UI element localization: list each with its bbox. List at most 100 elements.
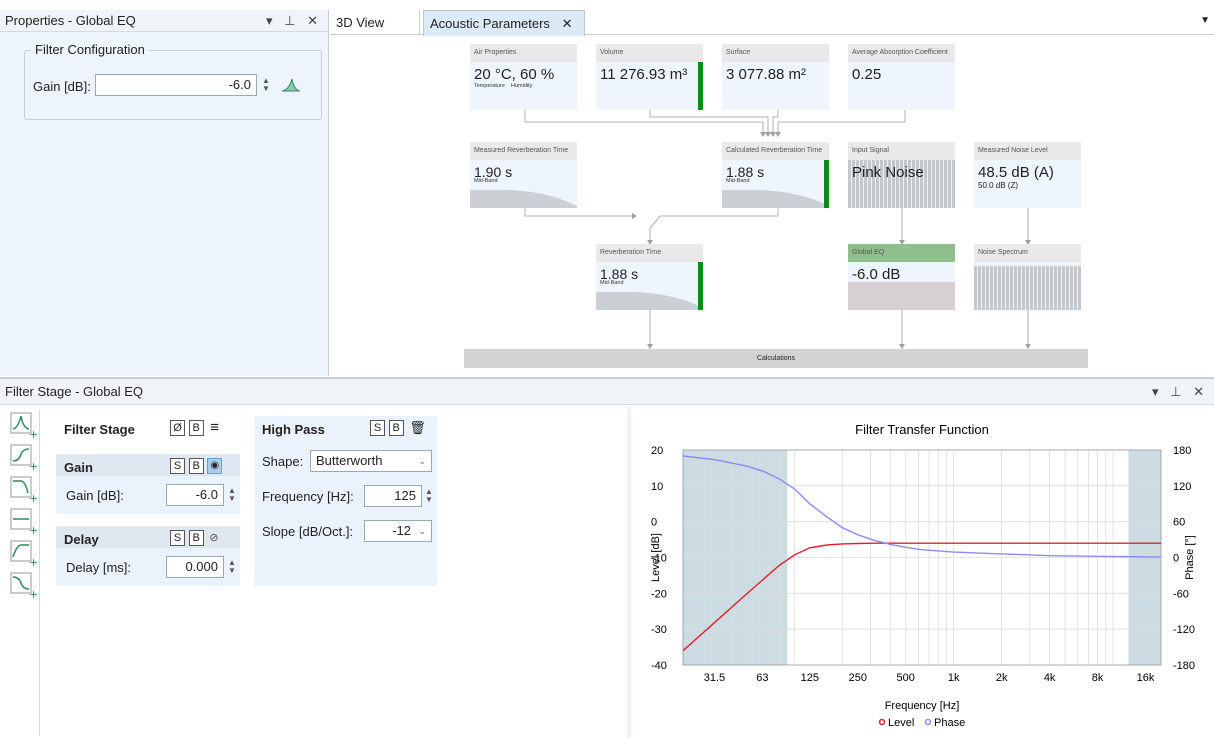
add-gain-icon[interactable]: +: [10, 508, 38, 536]
surface-node[interactable]: Surface 3 077.88 m²: [722, 44, 829, 110]
shape-select-value: Butterworth: [316, 453, 383, 468]
x-tick-label: 2k: [996, 672, 1008, 684]
delay-section-label: Delay: [64, 532, 99, 547]
surface-value: 3 077.88 m²: [726, 66, 807, 83]
delay-buttons: S B ⊘: [170, 529, 218, 546]
avg-absorption-node[interactable]: Average Absorption Coefficient 0.25: [848, 44, 955, 110]
calculated-rt-node[interactable]: Calculated Reverberation Time 1.88 s Mid…: [722, 142, 829, 208]
gain-spinner[interactable]: ▲ ▼: [261, 77, 271, 93]
panel-controls[interactable]: ▾ ⊥ ✕: [266, 10, 322, 32]
tab-3d-view-label: 3D View: [336, 15, 385, 30]
add-high-pass-icon[interactable]: +: [10, 540, 38, 568]
delay-field[interactable]: 0.000: [166, 556, 224, 578]
measured-rt-node[interactable]: Measured Reverberation Time 1.90 s Mid-B…: [470, 142, 577, 208]
node-header: Noise Spectrum: [974, 244, 1081, 262]
filter-stage-section: Filter Stage Ø B ≡: [56, 416, 240, 443]
splitter[interactable]: [627, 406, 631, 738]
gain-field-spinner[interactable]: ▲ ▼: [227, 487, 237, 503]
add-peak-filter-icon[interactable]: +: [10, 412, 38, 440]
x-tick-label: 125: [801, 672, 819, 684]
x-tick-label: 500: [897, 672, 915, 684]
bypass-button[interactable]: B: [188, 529, 204, 546]
gain-input[interactable]: -6.0: [95, 74, 257, 96]
eye-icon[interactable]: ◉: [207, 457, 223, 474]
add-high-shelf-icon[interactable]: +: [10, 444, 38, 472]
svg-text:+: +: [29, 524, 38, 536]
properties-panel-header: Properties - Global EQ ▾ ⊥ ✕: [0, 10, 328, 32]
frequency-spinner[interactable]: ▲ ▼: [424, 488, 434, 504]
panel-controls[interactable]: ▾ ⊥ ✕: [1152, 379, 1208, 405]
avg-absorption-value: 0.25: [852, 66, 882, 83]
calculations-bar[interactable]: Calculations: [464, 349, 1088, 368]
node-header: Surface: [722, 44, 829, 62]
humidity-label: Humidity: [511, 83, 533, 89]
rt-curve-graphic: [470, 190, 577, 208]
tab-acoustic-parameters[interactable]: Acoustic Parameters ✕: [423, 10, 585, 36]
slope-label: Slope [dB/Oct.]:: [262, 524, 354, 539]
properties-panel-title: Properties - Global EQ: [5, 13, 136, 28]
y-tick-label: 20: [651, 445, 663, 457]
x-tick-label: 4k: [1044, 672, 1056, 684]
svg-text:+: +: [29, 492, 38, 504]
add-low-pass-icon[interactable]: +: [10, 476, 38, 504]
global-eq-node[interactable]: Global EQ -6.0 dB: [848, 244, 955, 310]
filter-stage-buttons: Ø B ≡: [170, 419, 219, 436]
x-tick-label: 16k: [1137, 672, 1155, 684]
slope-select[interactable]: -12 ⌄: [364, 520, 432, 542]
tab-dropdown-icon[interactable]: ▼: [1200, 15, 1210, 26]
properties-panel: Properties - Global EQ ▾ ⊥ ✕ Filter Conf…: [0, 10, 329, 376]
legend-marker-level: [878, 718, 886, 726]
volume-node[interactable]: Volume 11 276.93 m³: [596, 44, 703, 110]
peak-filter-icon[interactable]: [281, 77, 301, 93]
spectrum-bars-graphic: [974, 266, 1081, 310]
bypass-button[interactable]: B: [188, 419, 204, 436]
filter-stage-title: Filter Stage - Global EQ: [5, 384, 143, 399]
delay-field-spinner[interactable]: ▲ ▼: [227, 559, 237, 575]
reverberation-time-node[interactable]: Reverberation Time 1.88 s Mid-Band: [596, 244, 703, 310]
shape-select[interactable]: Butterworth ⌄: [310, 450, 432, 472]
eye-hidden-icon[interactable]: ⊘: [209, 532, 218, 544]
measured-noise-node[interactable]: Measured Noise Level 48.5 dB (A) 50.0 dB…: [974, 142, 1081, 208]
node-header: Measured Reverberation Time: [470, 142, 577, 160]
temperature-value: 20 °C,: [474, 66, 516, 83]
solo-button[interactable]: S: [370, 419, 385, 436]
bypass-button[interactable]: B: [188, 457, 204, 474]
y-tick-label: 0: [651, 517, 657, 529]
temperature-label: Temperature: [474, 83, 505, 89]
node-header: Average Absorption Coefficient: [848, 44, 955, 62]
gain-section: Gain S B ◉ Gain [dB]: -6.0 ▲ ▼: [56, 454, 240, 514]
frequency-field[interactable]: 125: [364, 485, 422, 507]
y2-tick-label: -60: [1173, 588, 1189, 600]
shape-label: Shape:: [262, 454, 304, 469]
x-tick-label: 250: [849, 672, 867, 684]
x-tick-label: 63: [756, 672, 768, 684]
delay-section: Delay S B ⊘ Delay [ms]: 0.000 ▲ ▼: [56, 526, 240, 586]
input-signal-node[interactable]: Input Signal Pink Noise: [848, 142, 955, 208]
tab-3d-view[interactable]: 3D View: [330, 10, 420, 35]
phase-invert-button[interactable]: Ø: [170, 419, 185, 436]
add-low-shelf-icon[interactable]: +: [10, 572, 38, 600]
calculated-rt-indicator: [824, 160, 829, 208]
tab-bar: 3D View Acoustic Parameters ✕ ▼: [330, 10, 1214, 36]
y2-tick-label: -180: [1173, 660, 1195, 672]
chevron-down-icon: ⌄: [418, 526, 426, 536]
x-axis-label: Frequency [Hz]: [885, 700, 960, 712]
delay-field-label: Delay [ms]:: [66, 560, 132, 575]
solo-button[interactable]: S: [170, 457, 185, 474]
legend-label-level: Level: [888, 717, 914, 729]
frequency-label: Frequency [Hz]:: [262, 489, 354, 504]
noise-spectrum-node[interactable]: Noise Spectrum: [974, 244, 1081, 310]
svg-text:+: +: [29, 556, 38, 568]
solo-button[interactable]: S: [170, 529, 185, 546]
high-pass-buttons: S B 🗑: [370, 419, 426, 436]
filter-stage-label: Filter Stage: [64, 422, 135, 437]
delete-icon[interactable]: 🗑: [409, 420, 426, 435]
close-icon[interactable]: ✕: [562, 16, 573, 31]
node-header: Air Properties: [470, 44, 577, 62]
volume-indicator: [698, 62, 703, 110]
x-tick-label: 1k: [948, 672, 960, 684]
gain-field[interactable]: -6.0: [166, 484, 224, 506]
menu-icon[interactable]: ≡: [210, 419, 219, 436]
air-properties-node[interactable]: Air Properties 20 °C, 60 % Temperature H…: [470, 44, 577, 110]
bypass-button[interactable]: B: [388, 419, 404, 436]
